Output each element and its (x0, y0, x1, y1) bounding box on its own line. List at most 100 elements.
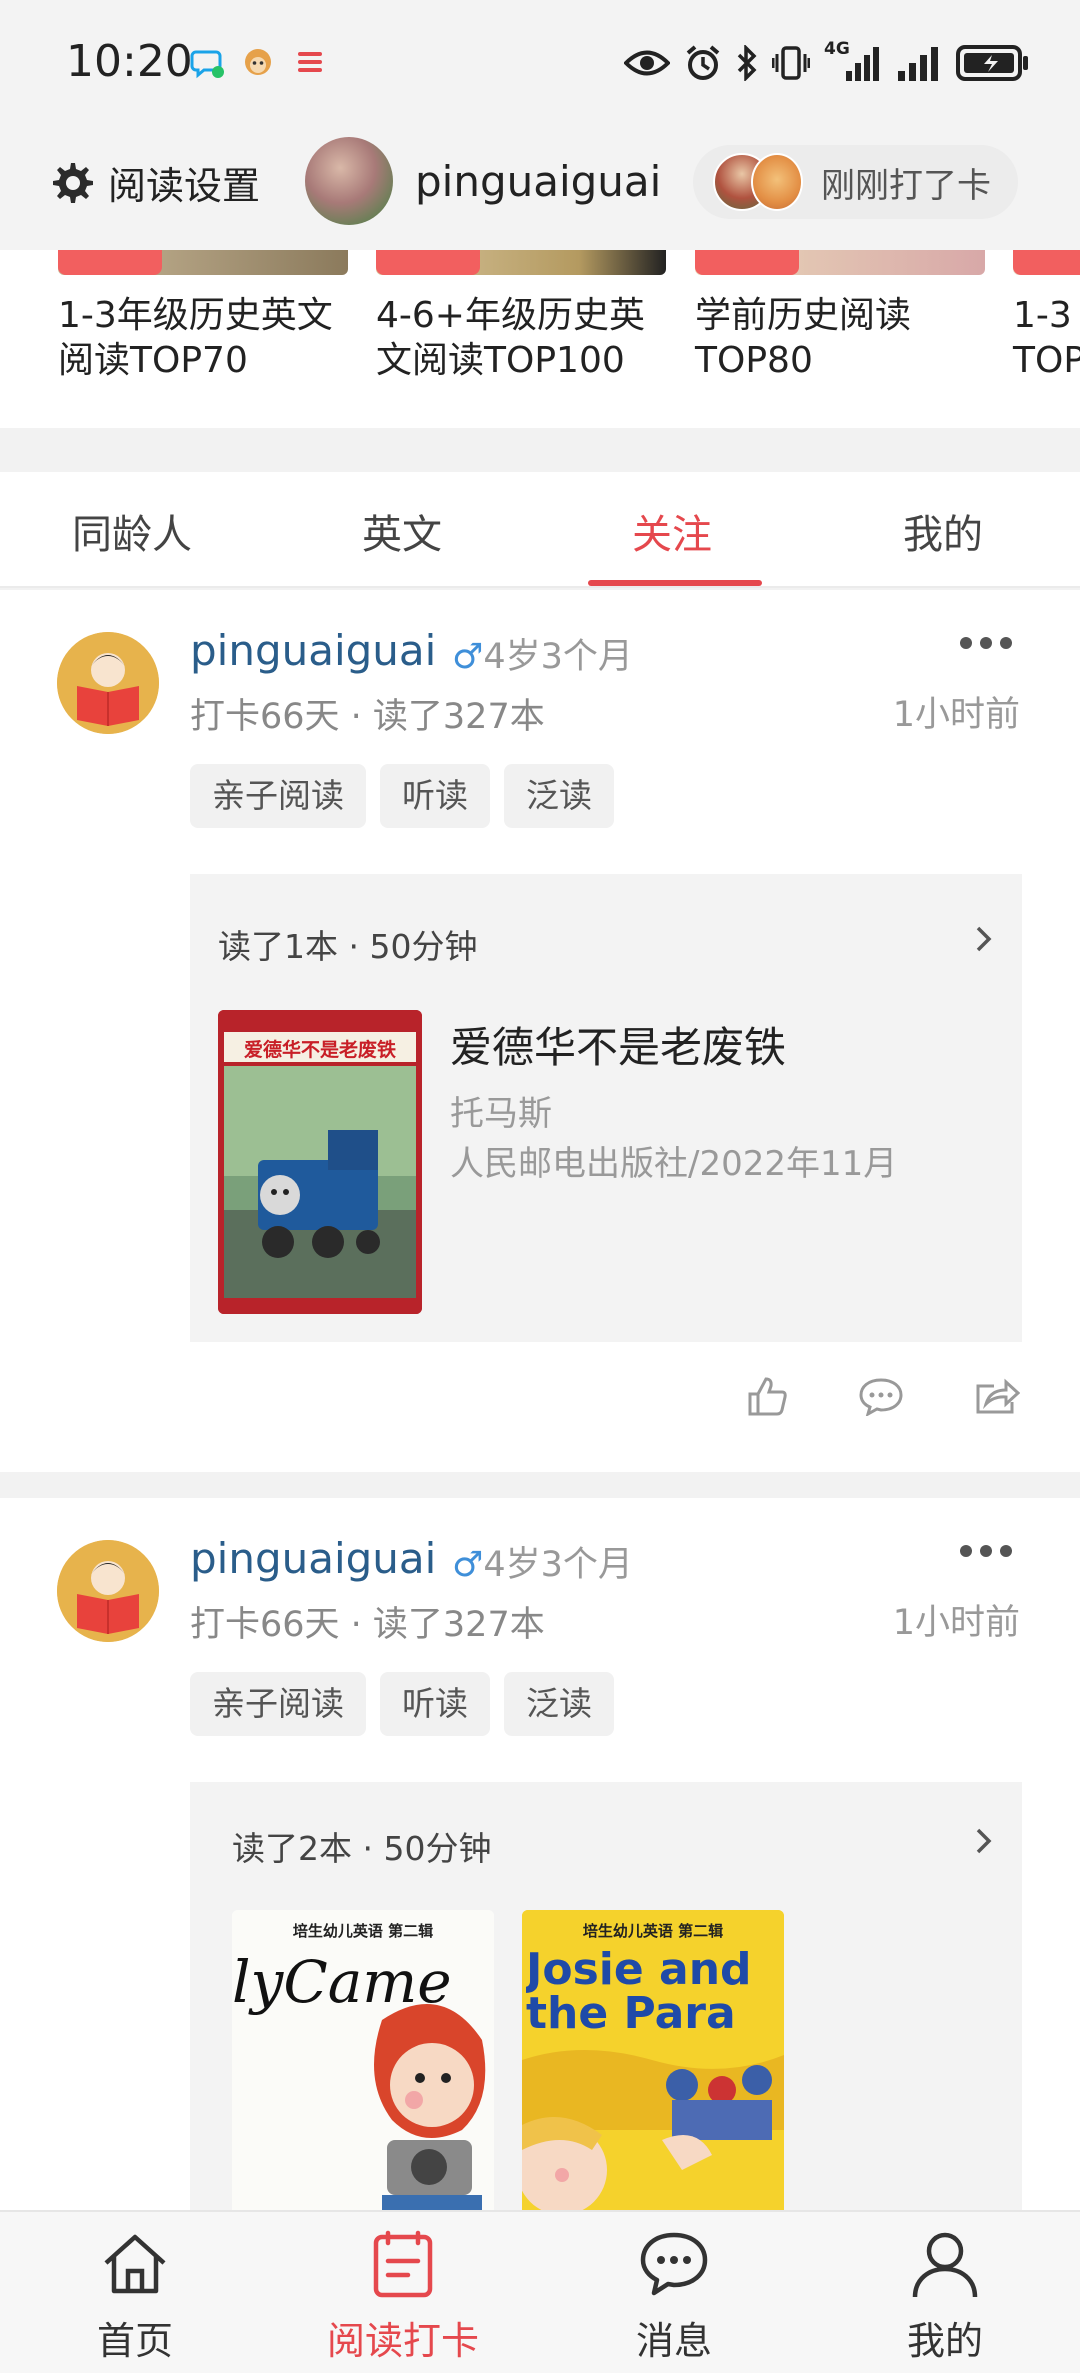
like-icon[interactable] (746, 1376, 788, 1416)
more-icon[interactable] (958, 628, 1014, 658)
list-tag (58, 250, 162, 275)
post-time: 1小时前 (892, 695, 1020, 735)
user-avatar[interactable] (57, 632, 159, 734)
tab-following[interactable]: 关注 (632, 502, 712, 560)
list-tag (1013, 250, 1080, 275)
post-tags: 亲子阅读 听读 泛读 (190, 764, 614, 828)
chevron-right-icon (976, 926, 992, 952)
checkin-label: 刚刚打了卡 (821, 165, 991, 206)
tag-listening[interactable]: 听读 (380, 1672, 490, 1736)
tag-extensive-reading[interactable]: 泛读 (504, 1672, 614, 1736)
tab-peers[interactable]: 同龄人 (72, 502, 192, 560)
cover-series: 培生幼儿英语 第二辑 (292, 1922, 434, 1940)
post-stats: 打卡66天 · 读了327本 (190, 697, 545, 737)
signal-bars-2-icon (898, 47, 938, 81)
list-thumbnail (376, 250, 666, 275)
user-avatar[interactable] (57, 1540, 159, 1642)
tag-parent-child-reading[interactable]: 亲子阅读 (190, 764, 366, 828)
active-tab-indicator (588, 580, 762, 586)
list-tag (376, 250, 480, 275)
list-tag (695, 250, 799, 275)
red-app-icon (298, 52, 322, 72)
checkin-avatars (713, 153, 803, 211)
home-icon (104, 2234, 166, 2294)
book-cover[interactable]: 培生幼儿英语 第二辑 lyCame (232, 1910, 494, 2210)
gear-icon (53, 162, 93, 203)
post-age: ♂4岁3个月 (452, 628, 633, 679)
reading-child-avatar-icon (57, 632, 159, 734)
status-time: 10:20 (66, 36, 193, 87)
cover-title: lyCame (232, 1948, 452, 2016)
list-title: 1-3年级历史英文 阅读TOP70 (58, 295, 333, 381)
post-actions (746, 1376, 1020, 1416)
list-thumbnail (1013, 250, 1080, 275)
profile-icon (912, 2232, 978, 2298)
more-icon[interactable] (958, 1536, 1014, 1566)
book-cover[interactable]: 爱德华不是老废铁 (218, 1010, 422, 1314)
list-thumbnail (58, 250, 348, 275)
cover-title: 爱德华不是老废铁 (243, 1039, 396, 1061)
book-title[interactable]: 爱德华不是老废铁 (450, 1014, 786, 1075)
book-author: 托马斯 (450, 1094, 552, 1134)
eye-icon (624, 50, 670, 76)
post-username[interactable]: pinguaiguai (190, 626, 436, 675)
monkey-app-icon (245, 49, 271, 75)
feed-post: pinguaiguai ♂4岁3个月 打卡66天 · 读了327本 1小时前 亲… (0, 590, 1080, 1472)
alarm-icon (686, 45, 720, 80)
reading-settings-label: 阅读设置 (108, 164, 261, 208)
reading-settings-button[interactable]: 阅读设置 (48, 155, 260, 210)
cellular-4g-signal: 4G (824, 39, 882, 83)
recent-checkin-pill[interactable]: 刚刚打了卡 (693, 145, 1018, 219)
feed-post: pinguaiguai ♂4岁3个月 打卡66天 · 读了327本 1小时前 亲… (0, 1498, 1080, 2210)
book-list-card[interactable]: 1-3年级历史英文 阅读TOP70 (58, 250, 348, 383)
top-nav: 阅读设置 pinguaiguai 刚刚打了卡 (0, 125, 1080, 250)
gender-symbol: ♂ (452, 1545, 484, 1585)
nav-home[interactable]: 首页 (55, 2224, 215, 2365)
status-bar: 10:20 4G (0, 0, 1080, 125)
profile-name: pinguaiguai (415, 156, 662, 206)
book-list-card[interactable]: 学前历史阅读 TOP80 (695, 250, 985, 383)
nav-reading-checkin[interactable]: 阅读打卡 (323, 2224, 483, 2365)
post-username[interactable]: pinguaiguai (190, 1534, 436, 1583)
reading-record-card[interactable]: 读了1本 · 50分钟 爱德华不是老废铁 爱德华不是老废铁 托马斯 人民邮电出版… (190, 874, 1022, 1342)
gender-symbol: ♂ (452, 637, 484, 677)
tag-extensive-reading[interactable]: 泛读 (504, 764, 614, 828)
chevron-right-icon (976, 1828, 992, 1854)
nav-profile-label: 我的 (906, 2319, 983, 2363)
nav-reading-checkin-label: 阅读打卡 (326, 2319, 479, 2363)
post-time: 1小时前 (892, 1603, 1020, 1643)
tag-listening[interactable]: 听读 (380, 764, 490, 828)
tab-mine[interactable]: 我的 (903, 502, 983, 560)
reading-record-card[interactable]: 读了2本 · 50分钟 培生幼儿英语 第二辑 lyCame 培生幼儿英语 第二辑… (190, 1782, 1022, 2210)
profile-switcher[interactable]: pinguaiguai (305, 137, 661, 225)
nav-messages-label: 消息 (635, 2319, 712, 2363)
book-list-strip: 1-3年级历史英文 阅读TOP70 4-6+年级历史英 文阅读TOP100 学前… (0, 250, 1080, 428)
nav-profile[interactable]: 我的 (865, 2224, 1025, 2365)
bluetooth-icon (737, 45, 757, 81)
age-text: 4岁3个月 (483, 637, 633, 677)
tag-parent-child-reading[interactable]: 亲子阅读 (190, 1672, 366, 1736)
signal-bars-icon (846, 47, 879, 81)
comment-icon[interactable] (858, 1376, 904, 1416)
message-icon (640, 2232, 708, 2296)
post-stats: 打卡66天 · 读了327本 (190, 1605, 545, 1645)
list-thumbnail (695, 250, 985, 275)
reading-child-avatar-icon (57, 1540, 159, 1642)
vibrate-icon (772, 46, 810, 80)
book-cover[interactable]: 培生幼儿英语 第二辑 Josie and the Para (522, 1910, 784, 2210)
book-list-card[interactable]: 4-6+年级历史英 文阅读TOP100 (376, 250, 666, 383)
reading-checkin-icon (373, 2230, 433, 2298)
cover-title: Josie and the Para (526, 1948, 752, 2039)
book-publisher: 人民邮电出版社/2022年11月 (450, 1144, 898, 1184)
bottom-nav: 首页 阅读打卡 消息 我的 (0, 2210, 1080, 2373)
reading-summary: 读了1本 · 50分钟 (218, 927, 478, 966)
list-title: 1-3 TOP (1013, 295, 1080, 381)
status-icons: 4G (624, 38, 1030, 88)
nav-messages[interactable]: 消息 (594, 2224, 754, 2365)
tab-english[interactable]: 英文 (362, 502, 442, 560)
share-icon[interactable] (974, 1376, 1020, 1416)
feed-tabs: 同龄人 英文 关注 我的 (0, 472, 1080, 588)
book-list-card[interactable]: 1-3 TOP (1013, 250, 1080, 383)
post-tags: 亲子阅读 听读 泛读 (190, 1672, 614, 1736)
post-age: ♂4岁3个月 (452, 1536, 633, 1587)
